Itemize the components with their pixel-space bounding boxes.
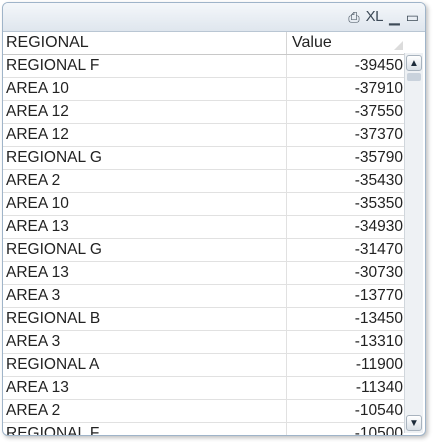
table-row[interactable]: AREA 13 -30730: [3, 262, 407, 285]
table-row[interactable]: AREA 12 -37550: [3, 101, 407, 124]
data-table: REGIONAL Value REGIONAL F -39450 AREA 10 -3…: [3, 32, 407, 435]
cell-value[interactable]: -37370: [287, 124, 407, 146]
table-row[interactable]: REGIONAL B -13450: [3, 308, 407, 331]
cell-regional[interactable]: AREA 13: [3, 262, 287, 284]
table-row[interactable]: AREA 12 -37370: [3, 124, 407, 147]
table-row[interactable]: REGIONAL A -11900: [3, 354, 407, 377]
table-box-panel: ⎙ XL ▁ ▭ REGIONAL Value REGIONAL F -39450…: [2, 2, 426, 436]
cell-value[interactable]: -39450: [287, 55, 407, 77]
column-header-regional[interactable]: REGIONAL: [3, 32, 287, 54]
cell-regional[interactable]: REGIONAL B: [3, 308, 287, 330]
minimize-icon[interactable]: ▁: [389, 8, 400, 26]
cell-regional[interactable]: AREA 12: [3, 124, 287, 146]
table-row[interactable]: REGIONAL F -39450: [3, 55, 407, 78]
cell-value[interactable]: -35430: [287, 170, 407, 192]
cell-value[interactable]: -13450: [287, 308, 407, 330]
table-row[interactable]: REGIONAL G -35790: [3, 147, 407, 170]
cell-value[interactable]: -13770: [287, 285, 407, 307]
cell-value[interactable]: -37910: [287, 78, 407, 100]
scroll-up-icon[interactable]: ▲: [406, 55, 422, 71]
cell-regional[interactable]: AREA 10: [3, 193, 287, 215]
table-header: REGIONAL Value: [3, 32, 407, 55]
table-body: REGIONAL F -39450 AREA 10 -37910 AREA 12 -375…: [3, 55, 407, 435]
vertical-scrollbar[interactable]: ▲ ▼: [404, 53, 423, 433]
cell-value[interactable]: -13310: [287, 331, 407, 353]
column-header-value-label: Value: [292, 34, 332, 51]
print-icon[interactable]: ⎙: [348, 8, 359, 26]
table-row[interactable]: AREA 10 -35350: [3, 193, 407, 216]
column-header-value[interactable]: Value: [287, 32, 407, 54]
table-row[interactable]: AREA 2 -35430: [3, 170, 407, 193]
caption-icons: ⎙ XL ▁ ▭: [348, 8, 419, 26]
scroll-down-icon[interactable]: ▼: [406, 415, 422, 431]
cell-regional[interactable]: AREA 2: [3, 400, 287, 422]
cell-regional[interactable]: AREA 3: [3, 285, 287, 307]
cell-value[interactable]: -35790: [287, 147, 407, 169]
table-row[interactable]: REGIONAL F -10500: [3, 423, 407, 435]
table-row[interactable]: AREA 13 -34930: [3, 216, 407, 239]
cell-value[interactable]: -10540: [287, 400, 407, 422]
table-row[interactable]: AREA 2 -10540: [3, 400, 407, 423]
sort-indicator-icon: [394, 41, 403, 50]
maximize-icon[interactable]: ▭: [406, 8, 419, 26]
cell-value[interactable]: -35350: [287, 193, 407, 215]
cell-regional[interactable]: REGIONAL F: [3, 55, 287, 77]
cell-regional[interactable]: AREA 3: [3, 331, 287, 353]
cell-regional[interactable]: AREA 2: [3, 170, 287, 192]
cell-regional[interactable]: AREA 10: [3, 78, 287, 100]
cell-value[interactable]: -11340: [287, 377, 407, 399]
cell-regional[interactable]: REGIONAL F: [3, 423, 287, 435]
cell-value[interactable]: -10500: [287, 423, 407, 435]
cell-value[interactable]: -37550: [287, 101, 407, 123]
table-row[interactable]: REGIONAL G -31470: [3, 239, 407, 262]
cell-regional[interactable]: AREA 12: [3, 101, 287, 123]
table-row[interactable]: AREA 3 -13770: [3, 285, 407, 308]
cell-regional[interactable]: REGIONAL A: [3, 354, 287, 376]
scroll-thumb[interactable]: [407, 73, 421, 81]
cell-value[interactable]: -30730: [287, 262, 407, 284]
table-row[interactable]: AREA 10 -37910: [3, 78, 407, 101]
caption-bar: ⎙ XL ▁ ▭: [3, 3, 425, 32]
cell-regional[interactable]: REGIONAL G: [3, 239, 287, 261]
cell-value[interactable]: -34930: [287, 216, 407, 238]
export-excel-icon[interactable]: XL: [366, 8, 384, 26]
table-row[interactable]: AREA 3 -13310: [3, 331, 407, 354]
table-row[interactable]: AREA 13 -11340: [3, 377, 407, 400]
cell-regional[interactable]: AREA 13: [3, 216, 287, 238]
cell-regional[interactable]: AREA 13: [3, 377, 287, 399]
cell-regional[interactable]: REGIONAL G: [3, 147, 287, 169]
cell-value[interactable]: -11900: [287, 354, 407, 376]
cell-value[interactable]: -31470: [287, 239, 407, 261]
